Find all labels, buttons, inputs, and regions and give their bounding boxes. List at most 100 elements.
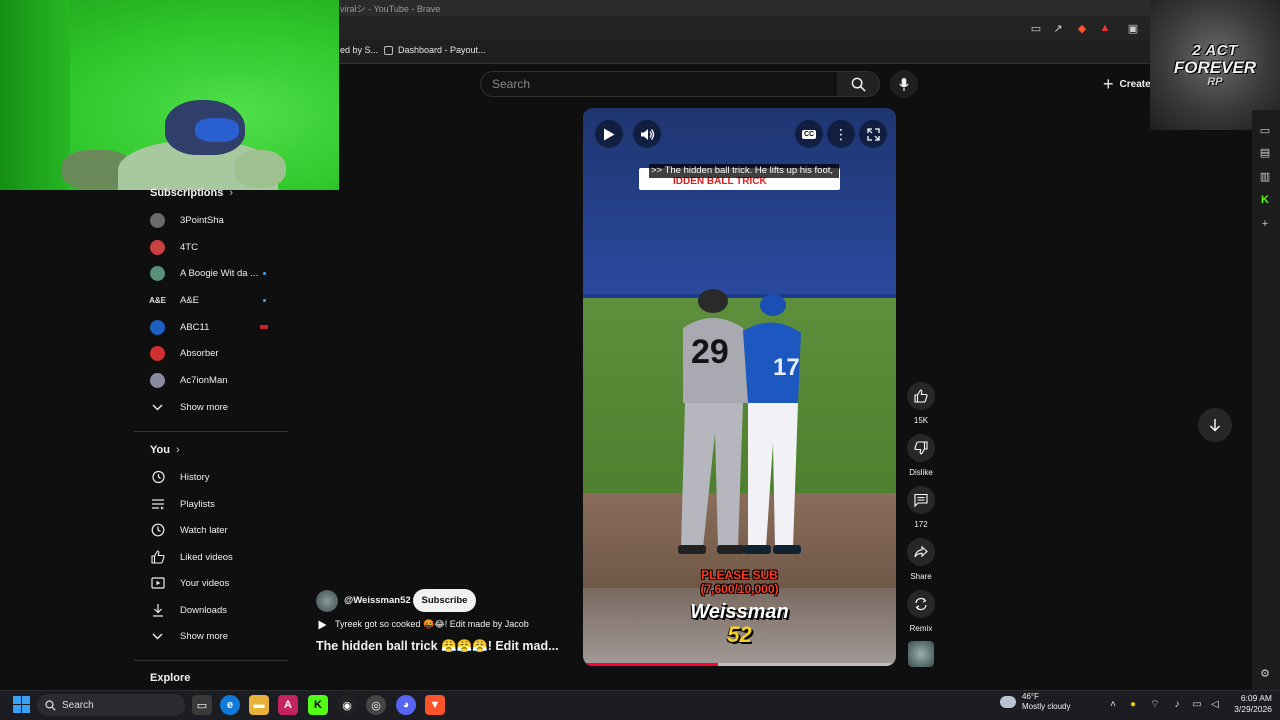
subscriptions-show-more[interactable]: Show more	[150, 396, 286, 418]
kick-app-icon[interactable]: K	[308, 695, 328, 715]
microphone-icon[interactable]: ♪	[1170, 697, 1184, 711]
task-view-icon[interactable]: ▭	[192, 695, 212, 715]
channel-avatar	[150, 372, 165, 388]
dislike-button[interactable]	[907, 434, 935, 462]
play-icon	[604, 128, 615, 140]
volume-button[interactable]	[633, 120, 661, 148]
chrome-app-icon[interactable]: ◎	[366, 695, 386, 715]
sidebar-item-watch-later[interactable]: Watch later	[150, 519, 286, 541]
search-button[interactable]	[837, 71, 880, 97]
bookmark-item[interactable]: ed by S...	[340, 45, 378, 55]
history-panel-icon[interactable]: ▥	[1257, 168, 1273, 184]
logo-line-3: RP	[1207, 76, 1223, 88]
brave-rewards-icon[interactable]: ▲	[1099, 22, 1111, 34]
fullscreen-icon	[866, 127, 880, 141]
bookmark-item[interactable]: Dashboard - Payout...	[384, 45, 486, 55]
taskbar-search[interactable]: Search	[37, 694, 185, 716]
app-a-icon[interactable]: A	[278, 695, 298, 715]
window-title: viralシ - YouTube - Brave	[340, 4, 441, 14]
next-video-button[interactable]	[1198, 408, 1232, 442]
comment-icon	[914, 493, 928, 507]
sidebar-divider	[134, 431, 288, 432]
sidebar-item-liked-videos[interactable]: Liked videos	[150, 546, 286, 568]
thumbs-up-icon	[914, 389, 928, 403]
share-button[interactable]	[907, 538, 935, 566]
bookmarks-panel-icon[interactable]: ▭	[1257, 122, 1273, 138]
reading-list-icon[interactable]: ▤	[1257, 144, 1273, 160]
sidebar-item-subscription[interactable]: Absorber	[150, 342, 286, 364]
sidebar-item-label: 3PointSha	[180, 214, 224, 226]
remix-button[interactable]	[907, 590, 935, 618]
voice-search-button[interactable]	[890, 70, 918, 98]
channel-avatar	[150, 319, 165, 335]
channel-avatar	[150, 239, 165, 255]
discord-icon[interactable]: ◕	[396, 695, 416, 715]
subscribe-button[interactable]: Subscribe	[413, 589, 476, 612]
arrow-down-icon	[1210, 419, 1220, 432]
webcam-person-hand	[234, 150, 286, 188]
play-button[interactable]	[595, 120, 623, 148]
obs-icon[interactable]: ◉	[337, 695, 357, 715]
create-button[interactable]: + Create	[1103, 74, 1151, 94]
baseball-players-illustration: 29 17	[678, 289, 801, 554]
video-progress-bar[interactable]	[583, 663, 718, 666]
overlay-brand-name: Weissman	[690, 601, 789, 623]
sound-thumbnail[interactable]	[908, 641, 934, 667]
sidebar-toggle-icon[interactable]: ▣	[1127, 22, 1139, 35]
volume-icon[interactable]: ◁	[1208, 697, 1222, 711]
share-page-icon[interactable]: ↗	[1052, 22, 1064, 35]
sidebar-item-label: Watch later	[180, 524, 228, 536]
weather-widget[interactable]: 46°F Mostly cloudy	[1000, 692, 1070, 712]
screen-cast-icon[interactable]: ▭	[1030, 22, 1042, 35]
tray-app-icon[interactable]: ●	[1126, 697, 1140, 711]
kick-icon[interactable]: K	[1257, 192, 1273, 208]
search-input[interactable]: Search	[480, 71, 838, 97]
like-button[interactable]	[907, 382, 935, 410]
sidebar-item-subscription[interactable]: 3PointSha	[150, 209, 286, 231]
share-icon	[914, 546, 928, 558]
subscriptions-title: Subscriptions	[150, 187, 224, 199]
chevron-up-icon[interactable]: ˄	[1106, 697, 1120, 711]
chevron-down-icon	[150, 400, 165, 415]
sidebar-item-downloads[interactable]: Downloads	[150, 599, 286, 621]
captions-icon: CC	[801, 129, 817, 139]
comments-button[interactable]	[907, 486, 935, 514]
jersey-number-left: 29	[691, 333, 729, 371]
windows-start-button[interactable]	[13, 696, 30, 718]
weather-description: Mostly cloudy	[1022, 702, 1071, 711]
brave-shields-icon[interactable]: ◆	[1076, 22, 1088, 35]
channel-avatar	[150, 345, 165, 361]
create-label: Create	[1119, 78, 1151, 90]
file-explorer-icon[interactable]: ▬	[249, 695, 269, 715]
fullscreen-button[interactable]	[859, 120, 887, 148]
brave-browser-icon[interactable]: ▼	[425, 695, 445, 715]
you-show-more[interactable]: Show more	[150, 625, 286, 647]
remix-label: Remix	[909, 624, 933, 633]
sidebar-item-label: Liked videos	[180, 551, 233, 563]
channel-avatar[interactable]	[316, 590, 338, 612]
sidebar-item-subscription[interactable]: 4TC	[150, 236, 286, 258]
edge-browser-icon[interactable]: e	[220, 695, 240, 715]
settings-gear-icon[interactable]: ⚙	[1257, 665, 1273, 681]
sidebar-item-your-videos[interactable]: Your videos	[150, 572, 286, 594]
add-panel-icon[interactable]: +	[1257, 216, 1273, 232]
taskbar-clock[interactable]: 6:09 AM 3/29/2026	[1226, 693, 1272, 715]
network-icon[interactable]: ▭	[1190, 697, 1204, 711]
explore-heading: Explore	[150, 672, 190, 684]
sidebar-divider	[134, 660, 288, 661]
subscriptions-heading[interactable]: Subscriptions ›	[150, 187, 233, 199]
you-heading[interactable]: You ›	[150, 444, 180, 456]
sidebar-item-playlists[interactable]: Playlists	[150, 493, 286, 515]
video-title[interactable]: The hidden ball trick 😤😤😤! Edit mad...	[316, 639, 559, 654]
video-description-line[interactable]: Tyreek got so cooked 🤬😂! Edit made by Ja…	[318, 619, 529, 630]
sidebar-item-history[interactable]: History	[150, 466, 286, 488]
sidebar-item-subscription[interactable]: Ac7ionMan	[150, 369, 286, 391]
like-count: 15K	[913, 416, 929, 425]
shorts-video-player[interactable]: 29 17 IDDEN BALL TRICK >> The hidden bal…	[583, 108, 896, 666]
captions-button[interactable]: CC	[795, 120, 823, 148]
channel-handle[interactable]: @Weissman52	[344, 595, 411, 606]
more-options-button[interactable]: ⋮	[827, 120, 855, 148]
wifi-icon[interactable]: ⌔	[1148, 697, 1162, 711]
explore-title: Explore	[150, 672, 191, 684]
download-icon	[150, 603, 165, 618]
